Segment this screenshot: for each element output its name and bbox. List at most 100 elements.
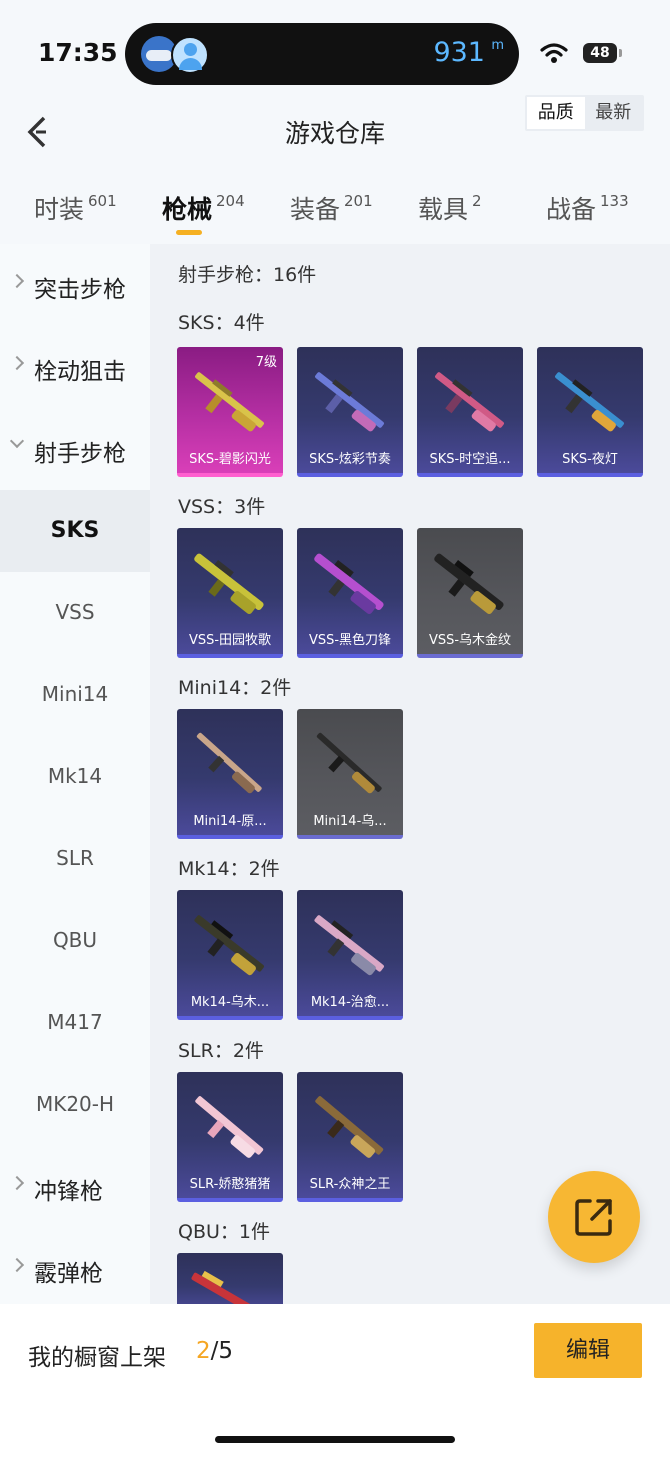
sidebar-item-label: M417 (47, 1010, 103, 1034)
tab-count: 204 (216, 192, 245, 210)
tab-count: 2 (472, 192, 482, 210)
item-name: SKS-夜灯 (562, 452, 618, 467)
item-card[interactable]: Mk14-治愈... (297, 890, 403, 1020)
sidebar-item-bolt-sniper[interactable]: 栓动狙击 (0, 326, 150, 408)
rifle-icon (195, 1096, 264, 1158)
share-icon (575, 1199, 612, 1236)
item-card[interactable]: VSS-田园牧歌 (177, 528, 283, 658)
share-button[interactable] (548, 1171, 640, 1263)
rifle-icon (315, 372, 384, 432)
sidebar-item-sks[interactable]: SKS (0, 490, 150, 572)
item-name: VSS-黑色刀锋 (308, 633, 392, 648)
item-card[interactable]: SKS-炫彩节奏 (297, 347, 403, 477)
sidebar-item-smg[interactable]: 冲锋枪 (0, 1146, 150, 1228)
status-bar: 17:35 931 m 48 (0, 0, 670, 100)
item-name: SLR-众神之王 (309, 1177, 391, 1192)
section-title: VSS：3件 (178, 496, 266, 518)
sidebar-item-label: VSS (55, 600, 95, 624)
showcase-label: 我的橱窗上架 (28, 1345, 166, 1371)
section-title: QBU：1件 (178, 1221, 270, 1243)
sidebar-item-label: 栓动狙击 (34, 359, 126, 385)
item-name: Mk14-乌木... (190, 995, 270, 1010)
sidebar-item-mini14[interactable]: Mini14 (0, 654, 150, 736)
rifle-icon (555, 372, 624, 432)
sidebar-item-shotgun[interactable]: 霰弹枪 (0, 1228, 150, 1310)
sidebar-item-m417[interactable]: M417 (0, 982, 150, 1064)
sidebar-item-label: MK20-H (35, 1092, 115, 1116)
tab-label: 战备 (546, 195, 597, 224)
sidebar-item-label: QBU (52, 928, 98, 952)
tab-weapons[interactable]: 枪械 204 (162, 190, 245, 226)
item-card[interactable]: VSS-黑色刀锋 (297, 528, 403, 658)
rifle-icon (194, 553, 264, 614)
tab-supplies[interactable]: 战备 133 (546, 190, 629, 226)
item-name: Mini14-乌... (313, 814, 387, 829)
tab-outfits[interactable]: 时装 601 (34, 190, 117, 226)
bottom-bar: 我的橱窗上架 2/5 编辑 (0, 1304, 670, 1457)
sidebar-item-marksman-rifle[interactable]: 射手步枪 (0, 408, 150, 490)
rifle-icon (195, 372, 264, 432)
showcase-current: 2 (196, 1338, 211, 1364)
item-card[interactable]: VSS-乌木金纹 (417, 528, 523, 658)
person-icon (171, 36, 209, 74)
rifle-icon (314, 915, 384, 976)
item-name: Mk14-治愈... (310, 995, 390, 1010)
section-title: SLR：2件 (178, 1040, 264, 1062)
tab-count: 201 (344, 192, 373, 210)
sidebar: 突击步枪 栓动狙击 射手步枪 SKS VSS Mini14 Mk14 SLR Q… (0, 244, 150, 1304)
sidebar-item-assault-rifle[interactable]: 突击步枪 (0, 244, 150, 326)
item-card[interactable]: SKS-时空追... (417, 347, 523, 477)
chevron-down-icon (9, 433, 25, 449)
sidebar-item-slr[interactable]: SLR (0, 818, 150, 900)
battery-icon: 48 (583, 43, 622, 63)
item-card[interactable]: SKS-夜灯 (537, 347, 643, 477)
item-card[interactable]: Mini14-乌... (297, 709, 403, 839)
item-level-badge: 7级 (255, 355, 277, 370)
edit-button[interactable]: 编辑 (534, 1323, 642, 1378)
tab-label: 时装 (34, 195, 85, 224)
chevron-right-icon (9, 1257, 25, 1273)
chevron-right-icon (9, 273, 25, 289)
rifle-icon (191, 1270, 267, 1304)
item-card[interactable]: SLR-众神之王 (297, 1072, 403, 1202)
item-card[interactable]: 7级 SKS-碧影闪光 (177, 347, 283, 477)
sidebar-item-label: 冲锋枪 (34, 1179, 103, 1205)
tab-label: 枪械 (162, 195, 213, 224)
item-card[interactable]: Mk14-乌木... (177, 890, 283, 1020)
item-card[interactable] (177, 1253, 283, 1304)
sidebar-item-vss[interactable]: VSS (0, 572, 150, 654)
rifle-icon (434, 553, 504, 614)
tab-vehicles[interactable]: 载具 2 (418, 190, 482, 226)
sort-toggle[interactable]: 品质 最新 (525, 95, 644, 131)
rifle-icon (196, 732, 262, 794)
item-name: VSS-乌木金纹 (428, 633, 512, 648)
sidebar-item-label: 射手步枪 (34, 441, 126, 467)
item-name: SKS-炫彩节奏 (309, 452, 391, 467)
tab-count: 601 (88, 192, 117, 210)
item-name: VSS-田园牧歌 (188, 633, 272, 648)
item-name: SKS-碧影闪光 (189, 452, 271, 467)
item-card[interactable]: Mini14-原... (177, 709, 283, 839)
active-tab-indicator (176, 230, 202, 235)
rifle-icon (194, 915, 264, 976)
sidebar-item-label: SLR (56, 846, 94, 870)
sidebar-item-label: 霰弹枪 (34, 1261, 103, 1287)
distance-unit: m (491, 38, 504, 53)
category-total: 射手步枪：16件 (178, 264, 317, 286)
rifle-icon (316, 732, 382, 794)
rifle-icon (435, 372, 504, 432)
sidebar-item-label: Mini14 (41, 682, 109, 706)
chevron-right-icon (9, 355, 25, 371)
home-indicator[interactable] (215, 1436, 455, 1443)
sidebar-item-mk20h[interactable]: MK20-H (0, 1064, 150, 1146)
sort-quality-button[interactable]: 品质 (527, 97, 585, 129)
sort-newest-button[interactable]: 最新 (585, 97, 643, 129)
item-card[interactable]: SLR-娇憨猪猪 (177, 1072, 283, 1202)
sidebar-item-mk14[interactable]: Mk14 (0, 736, 150, 818)
sidebar-item-qbu[interactable]: QBU (0, 900, 150, 982)
wifi-icon (540, 43, 568, 63)
category-tabs: 时装 601 枪械 204 装备 201 载具 2 战备 133 (0, 170, 670, 244)
dynamic-island[interactable]: 931 m (125, 23, 519, 85)
item-name: SLR-娇憨猪猪 (189, 1177, 271, 1192)
tab-equipment[interactable]: 装备 201 (290, 190, 373, 226)
